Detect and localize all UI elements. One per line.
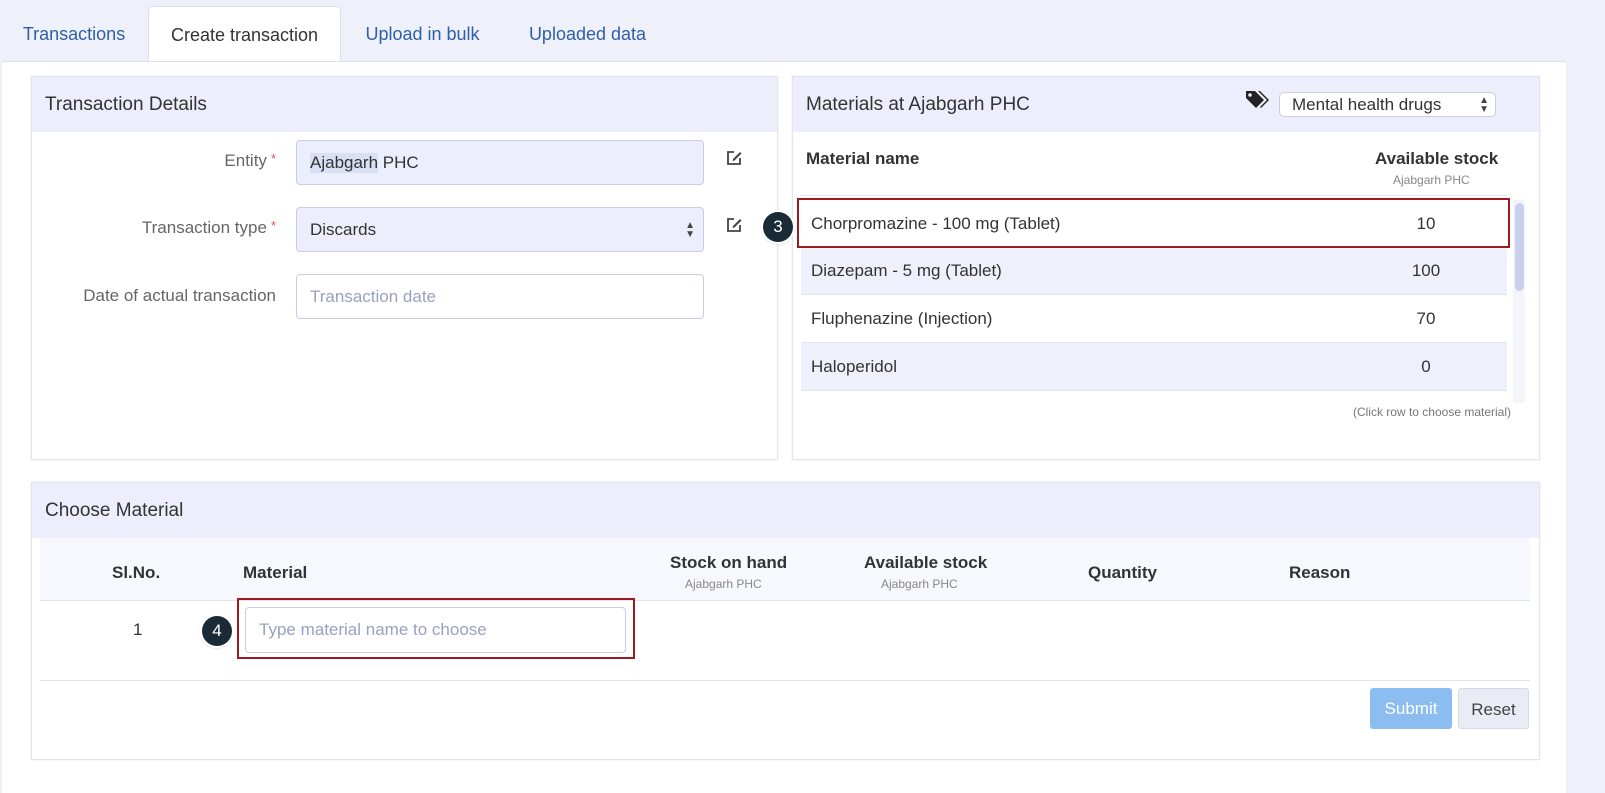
material-name: Diazepam - 5 mg (Tablet)	[811, 261, 1002, 280]
date-label: Date of actual transaction	[83, 286, 276, 305]
panel-title: Choose Material	[45, 500, 184, 521]
reason-header: Reason	[1289, 563, 1351, 582]
panel-title: Materials at Ajabgarh PHC	[806, 94, 1030, 115]
highlight-box	[237, 598, 635, 659]
material-stock: 100	[1411, 261, 1441, 280]
available-stock-subheader: Ajabgarh PHC	[1393, 173, 1470, 187]
stock-on-hand-subheader: Ajabgarh PHC	[685, 577, 762, 591]
date-placeholder: Transaction date	[310, 286, 436, 306]
step-4-badge: 4	[202, 616, 232, 646]
material-stock: 70	[1416, 309, 1436, 328]
entity-label: Entity *	[224, 151, 276, 170]
edit-icon[interactable]	[725, 216, 743, 234]
materials-panel: Materials at Ajabgarh PHC Mental health …	[792, 76, 1540, 460]
transaction-details-panel: Transaction Details Entity * Ajabgarh PHC…	[31, 76, 778, 460]
step-3-badge: 3	[763, 212, 793, 242]
quantity-header: Quantity	[1088, 563, 1157, 582]
select-arrows-icon: ▲ ▼	[685, 219, 695, 240]
transaction-type-value: Discards	[310, 219, 377, 239]
panel-header: Choose Material	[32, 483, 1539, 538]
click-row-hint: (Click row to choose material)	[1352, 405, 1511, 419]
material-name: Fluphenazine (Injection)	[811, 309, 993, 328]
category-filter-select[interactable]: Mental health drugs ▲ ▼	[1279, 92, 1496, 117]
transaction-date-input[interactable]: Transaction date	[296, 274, 704, 319]
tab-create-transaction[interactable]: Create transaction	[148, 6, 341, 63]
required-mark: *	[270, 151, 276, 166]
material-name-header: Material name	[806, 149, 920, 168]
reset-button[interactable]: Reset	[1458, 688, 1529, 729]
material-name: Haloperidol	[811, 357, 897, 376]
tags-icon	[1246, 91, 1269, 108]
row-number: 1	[133, 620, 143, 639]
tab-uploaded-data[interactable]: Uploaded data	[505, 6, 670, 62]
available-stock-header: Available stock	[1375, 149, 1499, 168]
available-stock-subheader: Ajabgarh PHC	[881, 577, 958, 591]
panel-title: Transaction Details	[45, 94, 207, 115]
material-row[interactable]: Haloperidol 0	[801, 343, 1507, 391]
transaction-type-label: Transaction type *	[141, 218, 276, 237]
edit-icon[interactable]	[725, 149, 743, 167]
panel-header: Transaction Details	[32, 77, 777, 132]
entity-field[interactable]: Ajabgarh PHC	[296, 140, 704, 185]
select-arrows-icon: ▲ ▼	[1479, 94, 1489, 115]
submit-button[interactable]: Submit	[1370, 688, 1452, 729]
material-header: Material	[243, 563, 308, 582]
highlight-box	[797, 198, 1510, 248]
stock-on-hand-header: Stock on hand	[670, 553, 788, 572]
transaction-type-select[interactable]: Discards ▲ ▼	[296, 207, 704, 252]
tab-bar: Transactions Create transaction Upload i…	[0, 0, 1605, 63]
filter-value: Mental health drugs	[1292, 94, 1442, 114]
available-stock-header: Available stock	[864, 553, 988, 572]
scrollbar-thumb[interactable]	[1515, 203, 1524, 291]
row-partial	[801, 391, 1507, 403]
slno-header: Sl.No.	[112, 563, 161, 582]
entity-value-highlight: Ajabgarh	[310, 152, 379, 173]
entity-value-rest: PHC	[378, 152, 419, 172]
divider	[40, 680, 1530, 681]
tab-upload-in-bulk[interactable]: Upload in bulk	[340, 6, 505, 62]
divider	[801, 195, 1507, 196]
tab-transactions[interactable]: Transactions	[0, 6, 148, 62]
required-mark: *	[270, 218, 276, 233]
material-row[interactable]: Diazepam - 5 mg (Tablet) 100	[801, 247, 1507, 295]
material-stock: 0	[1421, 357, 1431, 376]
material-row[interactable]: Fluphenazine (Injection) 70	[801, 295, 1507, 343]
